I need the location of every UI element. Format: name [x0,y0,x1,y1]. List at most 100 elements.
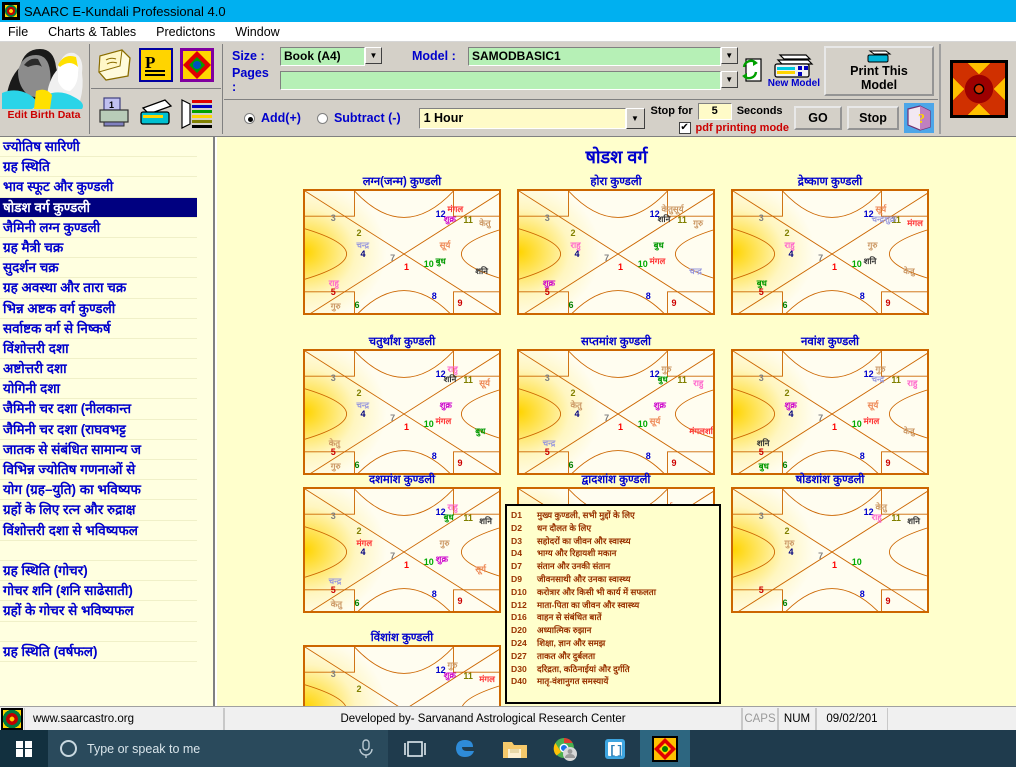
kundali-chart[interactable]: 1 2 3 4 5 6 7 8 9 10 11 12 राहु शनि सूर्य चन्द्र शुक्र मं… [303,349,501,475]
menu-item-charts-tables[interactable]: Charts & Tables [48,25,136,39]
sidebar-item-label: ग्रहों के गोचर से भविष्यफल [3,603,134,619]
sidebar-item-11[interactable]: अष्टोत्तरी दशा [0,359,197,380]
sidebar-item-4[interactable]: जैमिनी लग्न कुण्डली [0,218,197,238]
sidebar-item-12[interactable]: योगिनी दशा [0,379,197,400]
edit-birth-data-button[interactable]: Edit Birth Data [0,42,88,136]
model-label: Model : [412,49,456,64]
stop-for-input[interactable]: 5 [697,102,732,120]
sidebar-item-18[interactable]: ग्रहों के लिए रत्न और रुद्राक्ष [0,500,197,521]
refresh-document-icon[interactable] [741,57,764,84]
house-number: 6 [782,299,788,310]
kundali-chart[interactable]: 1 2 3 4 5 6 7 8 9 10 11 12 केतुसूर्य शनि गुरु राहु बुध मं… [517,189,715,315]
kundali-chart[interactable]: 1 2 3 4 5 6 7 8 9 10 11 12 सूर्य चन्द्रशुक्र मंगल राहु ग… [731,189,929,315]
sidebar-list[interactable]: ज्योतिष सारिणी ग्रह स्थिति भाव स्फूट और कु… [0,137,197,692]
pages-label: Pages : [232,66,269,95]
sidebar-item-label: ग्रह स्थिति (वर्षफल) [3,643,98,659]
sidebar-item-17[interactable]: योग (ग्रह–युति) का भविष्यफ [0,480,197,501]
legend-text: ताकत और दुर्बलता [537,650,596,661]
sidebar-item-15[interactable]: जातक से संबंधित सामान्य ज [0,440,197,460]
sidebar-item-6[interactable]: सुदर्शन चक्र [0,258,197,279]
menu-item-predictons[interactable]: Predictons [156,25,215,39]
sidebar-item-0[interactable]: ज्योतिष सारिणी [0,137,197,158]
kundali-title: विंशांश कुण्डली [370,632,434,644]
sidebar-item-20[interactable] [0,541,197,561]
print-this-model-button[interactable]: Print This Model [824,45,934,96]
kundali-chart[interactable]: 123456789101112गुरुशुक्रमंगल [303,645,501,710]
pages-select[interactable]: ▼ [280,70,738,90]
microphone-icon[interactable] [356,738,376,760]
kundali-chart[interactable]: 1 2 3 4 5 6 7 8 9 10 11 12 राहु बुध शनि मंगल गुरु शुक्र सू… [303,487,501,613]
sidebar-item-22[interactable]: गोचर शनि (शनि साढेसाती) [0,581,197,602]
house-number: 3 [544,372,550,383]
size-select[interactable]: Book (A4) ▼ [280,46,382,66]
go-button[interactable]: GO [794,106,842,130]
new-model-button[interactable]: New Model [768,52,820,89]
planet-label: शनि [756,438,770,449]
sidebar-item-3[interactable]: षोडश वर्ग कुण्डली [0,197,197,218]
sidebar-item-19[interactable]: विंशोत्तरी दशा से भविष्यफल [0,521,197,541]
sidebar-item-13[interactable]: जैमिनी चर दशा (नीलकान्त [0,399,197,420]
sidebar-item-10[interactable]: विंशोत्तरी दशा [0,339,197,360]
house-number: 1 [832,421,838,432]
saarc-logo-icon [2,2,20,20]
interval-select[interactable]: 1 Hour ▼ [418,107,645,129]
chevron-down-icon[interactable]: ▼ [365,46,382,64]
planet-label: बुध [443,511,454,522]
planet-label: शनि [475,265,488,276]
sidebar-item-1[interactable]: ग्रह स्थिति [0,157,197,178]
sidebar-item-8[interactable]: भिन्न अष्टक वर्ग कुण्डली [0,299,197,319]
house-number: 2 [784,227,790,238]
saarc-ekundali-icon[interactable] [640,730,690,767]
model-select[interactable]: SAMODBASIC1 ▼ [468,46,738,66]
planet-label: गुरु [875,363,886,374]
kundali-chart[interactable]: 1 2 3 4 5 6 7 8 9 10 11 12 मंगल शुक्र केतु चन्द्र सूर्य ब… [303,189,501,315]
pdf-printing-mode-checkbox[interactable]: ✔ [678,121,691,134]
notes-page-icon[interactable] [96,46,134,84]
sidebar-item-21[interactable]: ग्रह स्थिति (गोचर) [0,561,197,582]
sidebar-item-7[interactable]: ग्रह अवस्था और तारा चक्र [0,278,197,299]
stop-button[interactable]: Stop [847,106,899,130]
house-number: 2 [570,227,576,238]
status-caps-indicator: CAPS [742,707,778,730]
menu-item-window[interactable]: Window [235,25,279,39]
print-preview-icon[interactable] [137,94,175,132]
sidebar-item-16[interactable]: विभिन्न ज्योतिष गणनाओं से [0,460,197,481]
house-number: 11 [891,513,901,524]
sidebar-item-9[interactable]: सर्वाष्टक वर्ग से निष्कर्ष [0,319,197,339]
status-url[interactable]: www.saarcastro.org [24,707,224,730]
chrome-browser-icon[interactable] [540,730,590,767]
start-button[interactable] [0,730,48,767]
edge-browser-icon[interactable] [440,730,490,767]
chevron-down-icon[interactable]: ▼ [720,70,738,88]
menu-item-file[interactable]: File [8,25,28,39]
legend-code: D16 [511,612,527,623]
kundali-chart[interactable]: 1 2 3 4 5 6 7 8 9 10 11 12 केतु राहु शनि गुरु [731,487,929,613]
sidebar-item-14[interactable]: जैमिनी चर दशा (राघवभट्ट [0,420,197,440]
page-setup-icon[interactable]: 1 [96,94,134,132]
chevron-down-icon[interactable]: ▼ [625,107,645,129]
planet-label: राहु [907,377,918,388]
house-number: 11 [677,215,687,226]
house-number: 5 [758,585,764,596]
sidebar-item-25[interactable]: ग्रह स्थिति (वर्षफल) [0,642,197,662]
search-input[interactable]: Type or speak to me [48,730,388,767]
brackets-editor-icon[interactable]: [] [590,730,640,767]
sidebar-item-24[interactable] [0,622,197,642]
chevron-down-icon[interactable]: ▼ [720,46,738,64]
kundali-chart[interactable]: 1 2 3 4 5 6 7 8 9 10 11 12 गुरु चन्द्र राहु शुक्र सूर्य म… [731,349,929,475]
planet-label: राहु [693,377,704,388]
kundali-pattern-icon[interactable] [178,46,216,84]
help-book-icon[interactable]: ? [904,103,934,133]
color-bars-icon[interactable] [178,94,216,132]
legend-code: D2 [511,522,522,533]
file-explorer-icon[interactable] [490,730,540,767]
subtract-radio[interactable] [316,112,328,124]
publisher-p-icon[interactable]: P [137,46,175,84]
add-radio[interactable] [244,112,255,124]
sidebar-item-23[interactable]: ग्रहों के गोचर से भविष्यफल [0,601,197,622]
task-view-icon[interactable] [390,730,440,767]
sidebar-item-2[interactable]: भाव स्फूट और कुण्डली [0,177,197,198]
kundali-chart[interactable]: 1 2 3 4 5 6 7 8 9 10 11 12 गुरु बुध राहु केतु शुक्र सूर्य… [517,349,715,475]
sidebar-item-5[interactable]: ग्रह मैत्री चक्र [0,238,197,259]
document-preview-area[interactable]: षोडश वर्ग लग्न(जन्म) कुण्डली 1 2 3 4 5 6 7 8 9 10 1… [217,137,1016,710]
